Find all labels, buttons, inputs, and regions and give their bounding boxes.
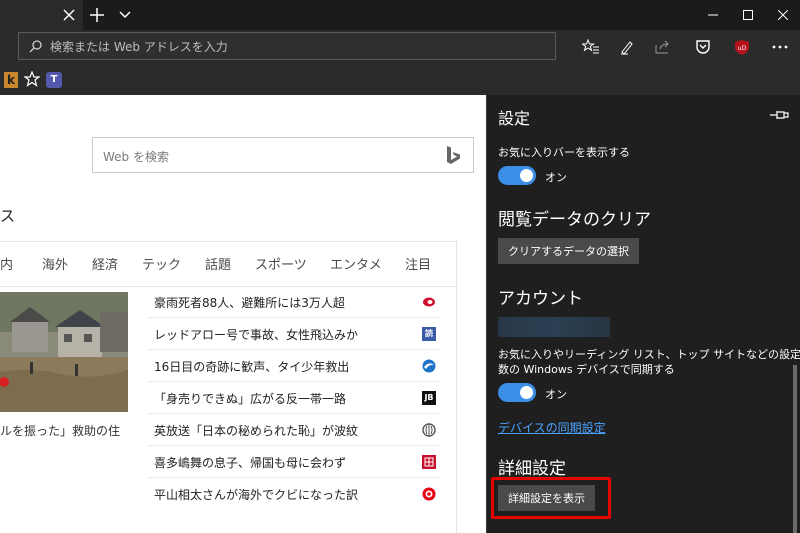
- swirl-logo-icon: [422, 359, 436, 373]
- section-heading-fragment: ス: [0, 207, 16, 225]
- nav-item-sports[interactable]: スポーツ: [255, 254, 307, 273]
- news-headline[interactable]: 16日目の奇跡に歓声、タイ少年救出: [154, 358, 349, 375]
- address-placeholder: 検索または Web アドレスを入力: [50, 39, 228, 54]
- more-options-icon[interactable]: [767, 34, 793, 60]
- news-category-nav: 内 海外 経済 テック 話題 スポーツ エンタメ 注目: [0, 242, 456, 287]
- jb-logo-icon: JB: [422, 391, 436, 405]
- account-heading: アカウント: [498, 289, 583, 309]
- favorites-bar-toggle-state: オン: [545, 171, 567, 184]
- clear-data-heading: 閲覧データのクリア: [498, 210, 651, 230]
- news-card: 内 海外 経済 テック 話題 スポーツ エンタメ 注目 ルを振った」救助の住 豪…: [0, 242, 456, 533]
- pen-icon[interactable]: [614, 34, 640, 60]
- sync-toggle[interactable]: [498, 383, 536, 402]
- svg-text:uD: uD: [738, 45, 747, 52]
- nav-item-economy[interactable]: 経済: [92, 254, 118, 273]
- yomiuri-icon: 読: [422, 327, 436, 341]
- favorites-bar: k T: [0, 65, 800, 95]
- news-item[interactable]: 豪雨死者88人、避難所には3万人超: [148, 286, 440, 318]
- news-headline[interactable]: 平山相太さんが海外でクビになった訳: [154, 486, 358, 503]
- tab-preview-chevron-icon[interactable]: [114, 0, 136, 30]
- nav-item-featured[interactable]: 注目: [405, 254, 431, 273]
- web-page: Web を検索 ス 内 海外 経済 テック 話題 スポーツ エンタメ 注目 ルを…: [0, 95, 486, 533]
- highlight-box: [491, 477, 611, 519]
- close-window-icon[interactable]: [766, 0, 800, 30]
- close-tab-icon[interactable]: [58, 0, 80, 30]
- red-square-logo-icon: [422, 455, 436, 469]
- kindle-logo-icon[interactable]: k: [4, 72, 18, 88]
- search-icon: [29, 39, 42, 53]
- nav-item-entertainment[interactable]: エンタメ: [330, 254, 382, 273]
- news-item[interactable]: 喜多嶋舞の息子、帰国も母に会わず: [148, 446, 440, 478]
- advanced-settings-heading: 詳細設定: [498, 459, 566, 479]
- news-headline[interactable]: レッドアロー号で事故、女性飛込みか: [154, 326, 358, 343]
- favorites-bar-label: お気に入りバーを表示する: [498, 146, 630, 159]
- minimize-icon[interactable]: [696, 0, 730, 30]
- nav-item-overseas[interactable]: 海外: [42, 254, 68, 273]
- sync-toggle-state: オン: [545, 388, 567, 401]
- news-item[interactable]: 「身売りできぬ」広がる反一帯一路 JB: [148, 382, 440, 414]
- favorites-star-icon[interactable]: [578, 34, 604, 60]
- news-headline[interactable]: 豪雨死者88人、避難所には3万人超: [154, 294, 345, 311]
- toggle-knob: [520, 386, 533, 399]
- title-bar: [0, 0, 800, 30]
- pocket-icon[interactable]: [690, 34, 716, 60]
- search-placeholder: Web を検索: [103, 150, 169, 164]
- panel-title: 設定: [498, 109, 531, 128]
- pin-icon[interactable]: [769, 107, 789, 123]
- nav-item-tech[interactable]: テック: [142, 254, 181, 273]
- news-photo[interactable]: [0, 292, 128, 412]
- maximize-icon[interactable]: [731, 0, 765, 30]
- news-headline[interactable]: 「身売りできぬ」広がる反一帯一路: [154, 390, 346, 407]
- account-email-redacted: [498, 317, 610, 337]
- choose-data-to-clear-button[interactable]: クリアするデータの選択: [498, 238, 639, 264]
- news-item[interactable]: レッドアロー号で事故、女性飛込みか 読: [148, 318, 440, 350]
- bing-logo-icon[interactable]: [445, 145, 463, 171]
- news-item[interactable]: 英放送「日本の秘められた恥」が波紋: [148, 414, 440, 446]
- ublock-shield-icon[interactable]: uD: [729, 34, 755, 60]
- toggle-knob: [520, 169, 533, 182]
- red-oval-icon: [422, 295, 436, 309]
- address-toolbar: 検索または Web アドレスを入力: [0, 30, 800, 65]
- globe-logo-icon: [422, 423, 436, 437]
- red-circle-logo-icon: [422, 487, 436, 501]
- news-headline[interactable]: 喜多嶋舞の息子、帰国も母に会わず: [154, 454, 346, 471]
- settings-panel: 設定 お気に入りバーを表示する オン 閲覧データのクリア クリアするデータの選択…: [486, 95, 800, 533]
- new-tab-icon[interactable]: [86, 0, 108, 30]
- teams-logo-icon[interactable]: T: [46, 72, 62, 88]
- share-icon[interactable]: [650, 34, 676, 60]
- favorite-star-icon[interactable]: [23, 70, 41, 91]
- web-search-input[interactable]: Web を検索: [92, 137, 474, 173]
- panel-scrollbar[interactable]: [793, 365, 797, 533]
- sync-description-line2: 数の Windows デバイスで同期する: [498, 363, 675, 376]
- nav-item-topics[interactable]: 話題: [205, 254, 231, 273]
- news-photo-caption[interactable]: ルを振った」救助の住: [0, 422, 120, 439]
- favorites-bar-toggle[interactable]: [498, 166, 536, 185]
- nav-item-domestic[interactable]: 内: [0, 254, 13, 273]
- news-item[interactable]: 平山相太さんが海外でクビになった訳: [148, 478, 440, 510]
- device-sync-settings-link[interactable]: デバイスの同期設定: [498, 419, 606, 436]
- address-bar[interactable]: 検索または Web アドレスを入力: [18, 32, 556, 60]
- news-item[interactable]: 16日目の奇跡に歓声、タイ少年救出: [148, 350, 440, 382]
- news-headline[interactable]: 英放送「日本の秘められた恥」が波紋: [154, 422, 358, 439]
- sync-description-line1: お気に入りやリーディング リスト、トップ サイトなどの設定を複: [498, 348, 800, 361]
